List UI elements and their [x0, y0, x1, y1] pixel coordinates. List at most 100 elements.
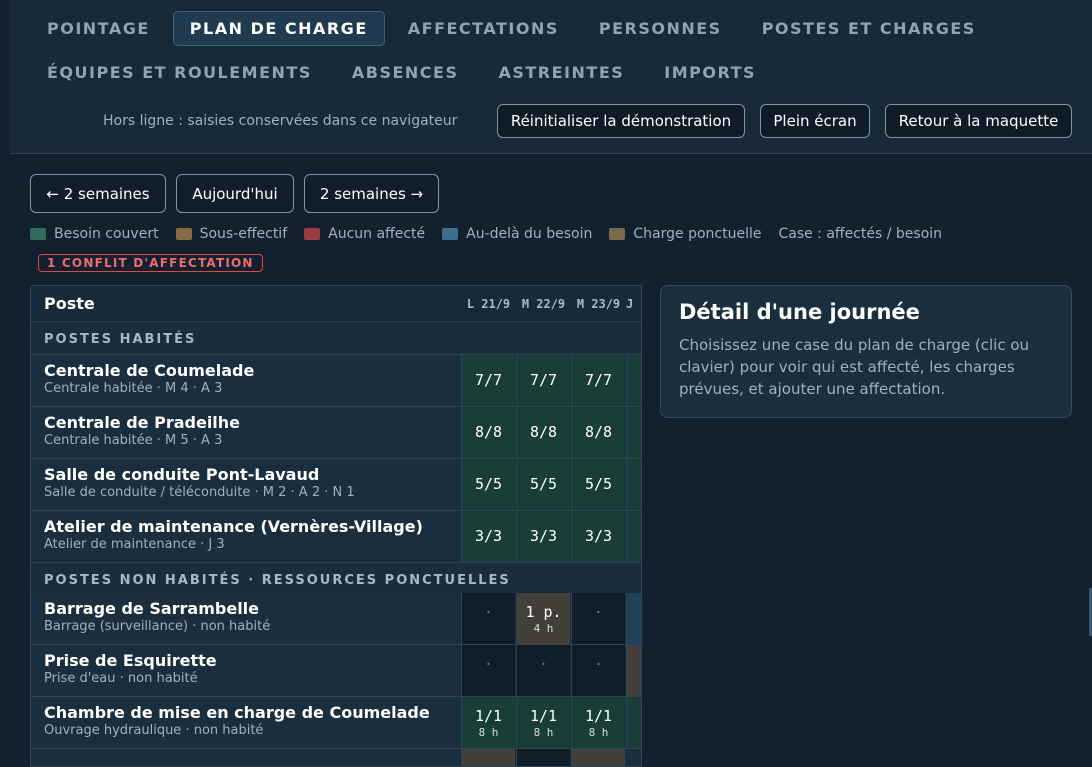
day-cell-partial[interactable] — [461, 749, 515, 766]
day-cell[interactable]: 3/3 — [461, 511, 515, 562]
cell-value: 3/3 — [584, 527, 613, 545]
day-cell[interactable]: 1/1 8 h — [461, 697, 515, 748]
day-cell-partial[interactable] — [626, 459, 641, 510]
detail-title: Détail d'une journée — [679, 300, 920, 324]
day-cell-partial[interactable] — [626, 511, 641, 562]
day-cell[interactable]: 8/8 — [571, 407, 625, 458]
day-cell-partial[interactable] — [626, 407, 641, 458]
day-cell[interactable]: · — [461, 593, 515, 644]
row-meta: Centrale habitée · M 5 · A 3 — [44, 433, 223, 448]
legend-label: Aucun affecté — [328, 226, 426, 242]
day-cell[interactable]: 1 p. 4 h — [516, 593, 570, 644]
legend-item-covered: Besoin couvert — [30, 226, 159, 242]
day-cell[interactable]: 7/7 — [516, 355, 570, 406]
day-cell[interactable]: · — [571, 645, 625, 696]
row-meta: Atelier de maintenance · J 3 — [44, 537, 225, 552]
table-row: Centrale de Pradeilhe Centrale habitée ·… — [31, 407, 641, 459]
back-to-mockup-button[interactable]: Retour à la maquette — [885, 104, 1072, 138]
day-cell[interactable]: 3/3 — [571, 511, 625, 562]
cell-value: 1/1 — [529, 707, 558, 725]
cell-value: 7/7 — [529, 371, 558, 389]
prev-weeks-button[interactable]: ← 2 semaines — [30, 174, 166, 213]
tab-postes-et-charges[interactable]: POSTES ET CHARGES — [745, 11, 993, 46]
day-cell[interactable]: 8/8 — [461, 407, 515, 458]
cell-value: 7/7 — [584, 371, 613, 389]
reset-demo-button[interactable]: Réinitialiser la démonstration — [497, 104, 745, 138]
today-button[interactable]: Aujourd'hui — [176, 174, 294, 213]
tab-astreintes[interactable]: ASTREINTES — [481, 55, 641, 90]
legend-label: Au-delà du besoin — [466, 226, 593, 242]
day-cell[interactable]: 8/8 — [516, 407, 570, 458]
row-name: Salle de conduite Pont-Lavaud — [44, 465, 320, 484]
tab-affectations[interactable]: AFFECTATIONS — [391, 11, 576, 46]
row-meta: Ouvrage hydraulique · non habité — [44, 723, 264, 738]
cell-hours: 8 h — [478, 726, 499, 739]
legend-item-beyond-need: Au-delà du besoin — [442, 226, 592, 242]
tab-pointage[interactable]: POINTAGE — [36, 11, 167, 46]
day-cell[interactable]: 5/5 — [571, 459, 625, 510]
cell-value: 3/3 — [474, 527, 503, 545]
day-cell[interactable]: 7/7 — [571, 355, 625, 406]
row-meta: Prise d'eau · non habité — [44, 671, 198, 686]
cell-value: 7/7 — [474, 371, 503, 389]
fullscreen-button[interactable]: Plein écran — [760, 104, 870, 138]
row-name: Centrale de Pradeilhe — [44, 413, 241, 432]
cell-hours: 8 h — [588, 726, 609, 739]
legend-item-punctual-load: Charge ponctuelle — [609, 226, 761, 242]
next-weeks-button[interactable]: 2 semaines → — [304, 174, 439, 213]
cell-value: 5/5 — [474, 475, 503, 493]
legend-swatch — [30, 228, 46, 240]
cell-value: 1/1 — [584, 707, 613, 725]
cell-value: · — [539, 657, 548, 673]
tab-absences[interactable]: ABSENCES — [335, 55, 476, 90]
conflict-badge[interactable]: 1 CONFLIT D'AFFECTATION — [38, 254, 263, 272]
table-row: Salle de conduite Pont-Lavaud Salle de c… — [31, 459, 641, 511]
day-cell-partial[interactable] — [516, 749, 570, 766]
day-cell[interactable]: 1/1 8 h — [571, 697, 625, 748]
day-cell[interactable]: 1/1 8 h — [516, 697, 570, 748]
table-row: Barrage de Sarrambelle Barrage (surveill… — [31, 593, 641, 645]
legend-swatch — [175, 228, 192, 240]
cell-value: 1 p. — [525, 603, 562, 621]
tab-personnes[interactable]: PERSONNES — [582, 11, 739, 46]
row-meta: Salle de conduite / téléconduite · M 2 ·… — [44, 485, 355, 500]
day-cell[interactable]: 5/5 — [461, 459, 515, 510]
legend-label: Sous-effectif — [199, 226, 288, 242]
day-cell[interactable]: · — [571, 593, 625, 644]
cell-value: 8/8 — [584, 423, 613, 441]
cell-value: · — [594, 657, 603, 673]
section-title: POSTES HABITÉS — [44, 332, 197, 347]
cell-value: 3/3 — [529, 527, 558, 545]
cell-value: 8/8 — [529, 423, 558, 441]
legend-item-none-assigned: Aucun affecté — [304, 226, 425, 242]
column-header-poste: Poste — [44, 294, 95, 313]
day-cell-partial[interactable] — [626, 645, 641, 696]
legend-swatch — [609, 228, 626, 240]
row-name: Centrale de Coumelade — [44, 361, 255, 380]
cell-value: · — [594, 605, 603, 621]
day-cell[interactable]: 7/7 — [461, 355, 515, 406]
tab-plan-de-charge[interactable]: PLAN DE CHARGE — [172, 11, 385, 46]
main-nav-row-2: ÉQUIPES ET ROULEMENTS ABSENCES ASTREINTE… — [36, 55, 779, 90]
day-cell-partial[interactable] — [626, 355, 641, 406]
table-row-partial — [31, 749, 641, 766]
day-cell[interactable]: · — [461, 645, 515, 696]
tab-equipes-et-roulements[interactable]: ÉQUIPES ET ROULEMENTS — [36, 55, 329, 90]
charge-plan-grid: Poste L 21/9 M 22/9 M 23/9 J POSTES HABI… — [30, 285, 642, 767]
row-name: Barrage de Sarrambelle — [44, 599, 260, 618]
row-name: Chambre de mise en charge de Coumelade — [44, 703, 430, 722]
tab-imports[interactable]: IMPORTS — [647, 55, 773, 90]
day-cell[interactable]: · — [516, 645, 570, 696]
day-cell-partial[interactable] — [626, 593, 641, 644]
column-header-day: M 23/9 — [576, 297, 621, 311]
cell-value: 8/8 — [474, 423, 503, 441]
day-cell[interactable]: 3/3 — [516, 511, 570, 562]
section-inhabited: POSTES HABITÉS — [31, 322, 641, 355]
day-cell-partial[interactable] — [571, 749, 625, 766]
day-cell-partial[interactable] — [626, 697, 641, 748]
cell-value: · — [484, 605, 493, 621]
cell-hours: 8 h — [533, 726, 554, 739]
column-header-day: L 21/9 — [466, 297, 511, 311]
day-cell[interactable]: 5/5 — [516, 459, 570, 510]
cell-value: 5/5 — [584, 475, 613, 493]
